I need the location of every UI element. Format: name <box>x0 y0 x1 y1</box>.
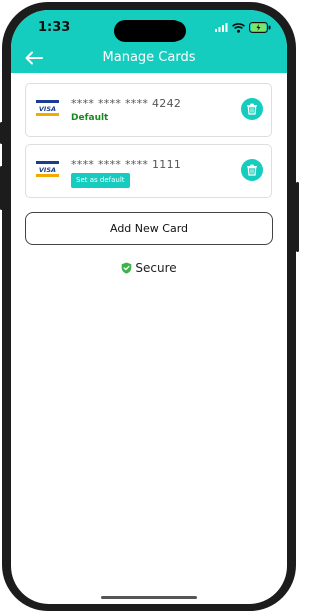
page-title: Manage Cards <box>102 50 196 65</box>
trash-icon <box>247 164 257 176</box>
phone-side-button <box>0 166 3 210</box>
card-number: **** **** **** 4242 <box>71 97 182 110</box>
shield-check-icon <box>122 262 132 274</box>
default-badge: Default <box>71 113 109 123</box>
saved-card-item[interactable]: VISA **** **** **** 1111 Set as default <box>25 144 272 198</box>
phone-side-button <box>296 182 299 252</box>
battery-icon <box>249 22 271 33</box>
signal-icon <box>215 23 228 32</box>
status-icons <box>215 22 271 33</box>
visa-icon: VISA <box>36 160 59 178</box>
visa-brand: VISA <box>39 166 56 174</box>
add-new-card-button[interactable]: Add New Card <box>25 212 273 245</box>
secure-label: Secure <box>135 261 177 275</box>
camera-icon <box>166 21 186 41</box>
visa-icon: VISA <box>36 99 59 117</box>
set-default-button[interactable]: Set as default <box>71 173 130 188</box>
visa-brand: VISA <box>39 105 56 113</box>
trash-icon <box>247 103 257 115</box>
delete-card-button[interactable] <box>241 159 263 181</box>
card-number: **** **** **** 1111 <box>71 158 182 171</box>
saved-card-item[interactable]: VISA **** **** **** 4242 Default <box>25 83 272 137</box>
status-time: 1:33 <box>38 20 71 35</box>
app-header: 1:33 Manage Cards <box>11 10 287 73</box>
phone-side-button <box>0 122 3 144</box>
app-screen: 1:33 Manage Cards VISA **** **** **** 42… <box>11 10 287 604</box>
home-indicator[interactable] <box>101 596 197 599</box>
secure-indicator: Secure <box>11 261 287 275</box>
delete-card-button[interactable] <box>241 98 263 120</box>
wifi-icon <box>232 22 245 33</box>
